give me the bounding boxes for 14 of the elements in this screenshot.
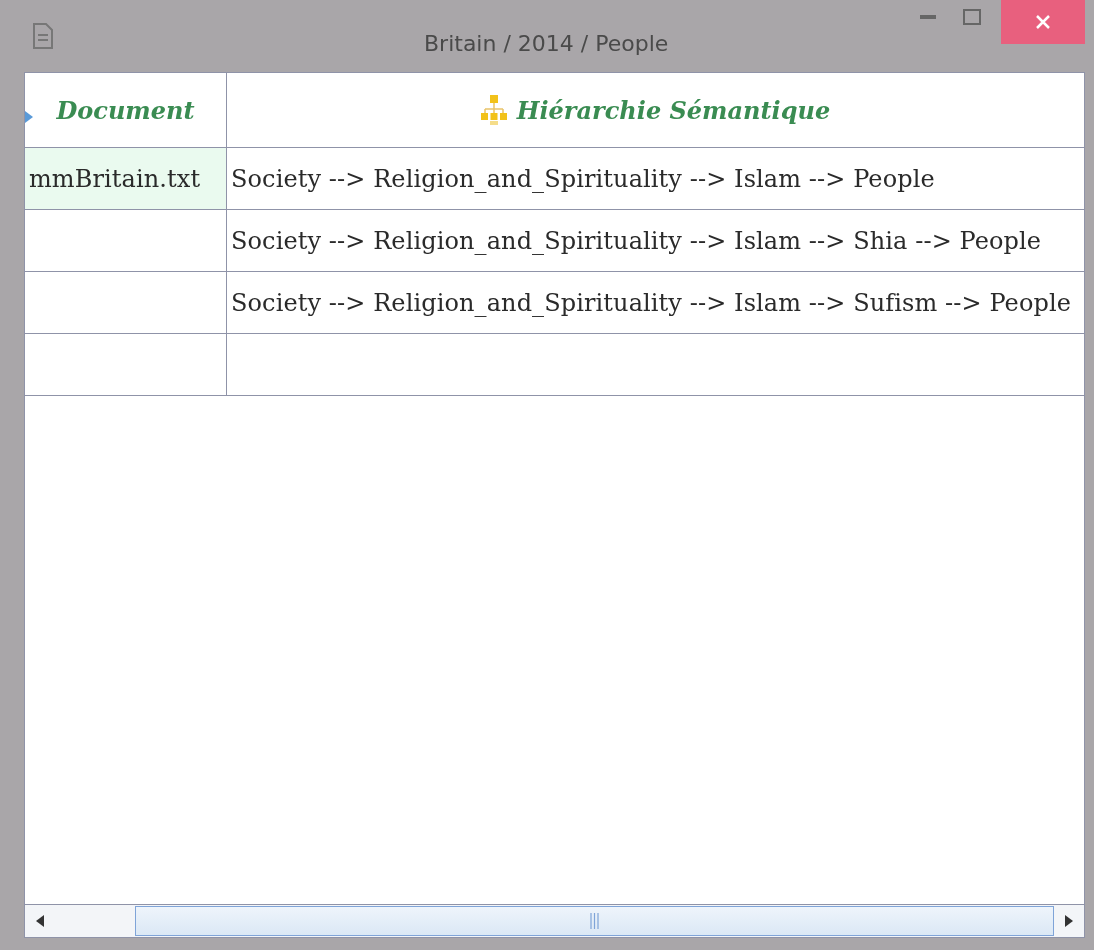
row-indicator-icon — [25, 111, 33, 123]
close-button[interactable] — [1001, 0, 1085, 44]
document-icon — [32, 23, 54, 49]
hierarchy-icon — [480, 95, 507, 125]
column-header[interactable]: Document — [25, 73, 227, 147]
close-icon — [1035, 14, 1051, 30]
column-header[interactable]: Hiérarchie Sémantique — [227, 73, 1084, 147]
left-arrow-icon — [36, 915, 44, 927]
table-cell: mmBritain.txt — [25, 148, 227, 209]
window-title: Britain / 2014 / People — [424, 30, 669, 56]
minimize-icon — [920, 15, 936, 19]
maximize-icon — [963, 9, 981, 25]
scrollbar-thumb[interactable] — [135, 906, 1054, 936]
right-arrow-icon — [1065, 915, 1073, 927]
